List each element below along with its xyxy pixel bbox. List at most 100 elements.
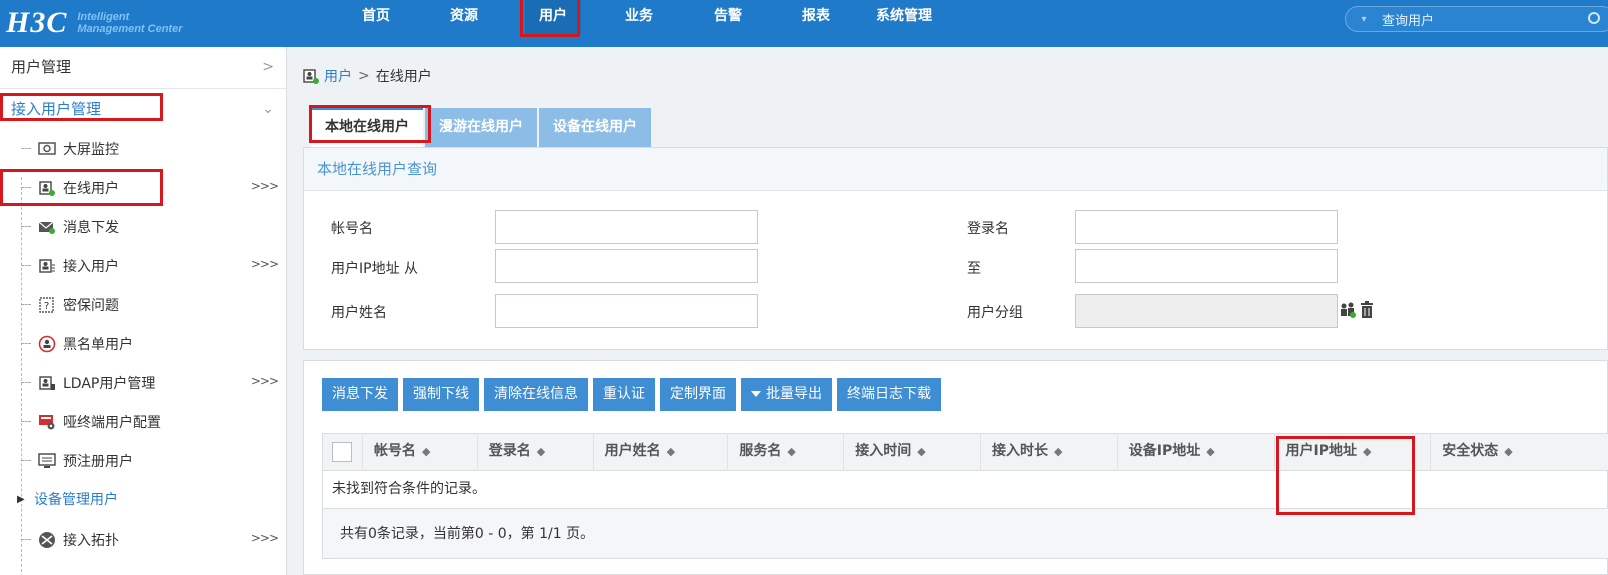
ip-from-label: 用户IP地址 从: [331, 261, 419, 277]
question-icon: ?: [39, 296, 54, 313]
query-panel-title: 本地在线用户查询: [304, 148, 1607, 191]
sidebar-item-monitor[interactable]: 大屏监控: [0, 129, 286, 168]
chevron-down-icon: ⌄: [262, 101, 274, 117]
expand-more-icon[interactable]: >>>: [251, 531, 279, 545]
highlight-local-online-tab: [309, 105, 431, 143]
login-name-input[interactable]: [1075, 210, 1338, 244]
table-header: 帐号名 ◆ 登录名 ◆ 用户姓名 ◆ 服务名 ◆ 接入时间 ◆ 接入时长 ◆ 设备IP地址 ◆…: [322, 433, 1608, 471]
sidebar-item-message[interactable]: 消息下发: [0, 207, 286, 246]
message-icon: [38, 221, 55, 234]
column-label: 接入时长: [992, 443, 1048, 459]
nav-service[interactable]: 业务: [618, 0, 660, 34]
ip-from-input[interactable]: [495, 249, 758, 283]
logo-subtitle-line1: Intelligent: [77, 11, 130, 23]
trash-icon[interactable]: [1359, 301, 1375, 319]
breadcrumb-user-link[interactable]: 用户: [324, 66, 352, 86]
sort-icon: ◆: [787, 445, 796, 458]
sidebar-item-blacklist[interactable]: 黑名单用户: [0, 324, 286, 363]
force-offline-button[interactable]: 强制下线: [403, 378, 479, 411]
breadcrumb-current: 在线用户: [375, 69, 432, 85]
column-service-name[interactable]: 服务名 ◆: [728, 433, 845, 471]
h3c-logo[interactable]: H3C Intelligent Management Center: [6, 5, 183, 41]
sidebar-item-label: LDAP用户管理: [63, 375, 156, 392]
search-icon[interactable]: [1588, 12, 1600, 24]
logo-subtitle: Intelligent Management Center: [77, 11, 182, 35]
toolbar: 消息下发 强制下线 清除在线信息 重认证 定制界面 批量导出 终端日志下载: [322, 378, 946, 411]
tree-dash: [21, 460, 31, 461]
expand-more-icon[interactable]: >>>: [251, 374, 279, 388]
sort-icon: ◆: [421, 445, 431, 458]
search-box[interactable]: ▾ 查询用户: [1345, 6, 1608, 32]
column-label: 设备IP地址: [1128, 443, 1201, 459]
column-label: 服务名: [739, 443, 782, 459]
sidebar-top-label: 用户管理: [11, 58, 72, 76]
reauth-button[interactable]: 重认证: [593, 378, 655, 411]
chevron-right-icon: >: [262, 59, 274, 75]
select-group-icon[interactable]: [1339, 301, 1357, 319]
select-all-checkbox[interactable]: [332, 442, 352, 462]
sidebar-item-label: 黑名单用户: [63, 336, 133, 353]
nav-home[interactable]: 首页: [355, 0, 397, 34]
tab-device-online[interactable]: 设备在线用户: [539, 108, 651, 147]
sort-icon: ◆: [917, 445, 926, 458]
breadcrumb-separator: >: [358, 68, 370, 84]
pagination-summary: 共有0条记录，当前第0 - 0，第 1/1 页。: [322, 509, 1608, 559]
sidebar-item-label: 哑终端用户配置: [63, 414, 161, 431]
column-login-name[interactable]: 登录名 ◆: [478, 433, 594, 471]
tree-dash: [21, 382, 31, 383]
sidebar-item-dumb-terminal[interactable]: 哑终端用户配置: [0, 402, 286, 441]
sort-icon: ◆: [1504, 445, 1513, 458]
logo-mark: H3C: [6, 6, 68, 39]
tree-dash: [21, 304, 31, 305]
expand-more-icon[interactable]: >>>: [251, 257, 279, 271]
online-user-icon: [303, 69, 319, 84]
column-label: 用户姓名: [604, 443, 661, 459]
user-group-actions: [1339, 301, 1375, 319]
sort-icon: ◆: [666, 445, 676, 458]
sidebar-item-ldap[interactable]: LDAP用户管理 >>>: [0, 363, 286, 402]
sort-icon: ◆: [1054, 445, 1063, 458]
column-device-ip[interactable]: 设备IP地址 ◆: [1118, 433, 1275, 471]
nav-system[interactable]: 系统管理: [869, 0, 939, 34]
sidebar-item-preregister[interactable]: 预注册用户: [0, 441, 286, 480]
sidebar-user-management[interactable]: 用户管理 >: [0, 47, 286, 89]
column-label: 安全状态: [1442, 443, 1499, 459]
caret-right-icon: ▶: [17, 494, 25, 505]
column-access-duration[interactable]: 接入时长 ◆: [981, 433, 1118, 471]
terminal-log-download-button[interactable]: 终端日志下载: [837, 378, 941, 411]
online-users-table: 帐号名 ◆ 登录名 ◆ 用户姓名 ◆ 服务名 ◆ 接入时间 ◆ 接入时长 ◆ 设备IP地址 ◆…: [322, 433, 1608, 559]
clear-online-info-button[interactable]: 清除在线信息: [484, 378, 588, 411]
user-name-input[interactable]: [495, 294, 758, 328]
empty-message: 未找到符合条件的记录。: [322, 471, 1608, 509]
ip-to-input[interactable]: [1075, 249, 1338, 283]
sort-icon: ◆: [536, 445, 546, 458]
search-input[interactable]: 查询用户: [1382, 10, 1434, 29]
blacklist-icon: [38, 335, 56, 352]
nav-report[interactable]: 报表: [795, 0, 837, 34]
sidebar-item-label: 消息下发: [63, 219, 119, 236]
nav-resource[interactable]: 资源: [443, 0, 485, 34]
dumb-terminal-icon: [39, 414, 55, 429]
expand-more-icon[interactable]: >>>: [251, 179, 279, 193]
customize-view-button[interactable]: 定制界面: [660, 378, 736, 411]
send-message-button[interactable]: 消息下发: [322, 378, 398, 411]
column-security-status[interactable]: 安全状态 ◆: [1431, 433, 1608, 471]
sidebar-item-topology[interactable]: 接入拓扑 >>>: [0, 520, 286, 559]
batch-export-button[interactable]: 批量导出: [741, 378, 832, 411]
sidebar-device-management-users[interactable]: ▶ 设备管理用户: [0, 480, 286, 520]
preregister-icon: [38, 452, 56, 468]
sidebar-item-security-question[interactable]: ? 密保问题: [0, 285, 286, 324]
account-name-input[interactable]: [495, 210, 758, 244]
column-access-time[interactable]: 接入时间 ◆: [844, 433, 981, 471]
nav-alarm[interactable]: 告警: [707, 0, 749, 34]
tab-roaming-online[interactable]: 漫游在线用户: [425, 108, 537, 147]
highlight-nav-user: [520, 0, 580, 37]
search-scope-dropdown[interactable]: ▾: [1346, 14, 1382, 25]
topology-icon: [39, 531, 55, 548]
column-account-name[interactable]: 帐号名 ◆: [363, 433, 478, 471]
monitor-icon: [38, 141, 56, 155]
sidebar-item-access-users[interactable]: 接入用户 >>>: [0, 246, 286, 285]
highlight-access-user-management: [0, 93, 163, 121]
column-label: 接入时间: [855, 443, 912, 459]
column-user-name[interactable]: 用户姓名 ◆: [594, 433, 729, 471]
